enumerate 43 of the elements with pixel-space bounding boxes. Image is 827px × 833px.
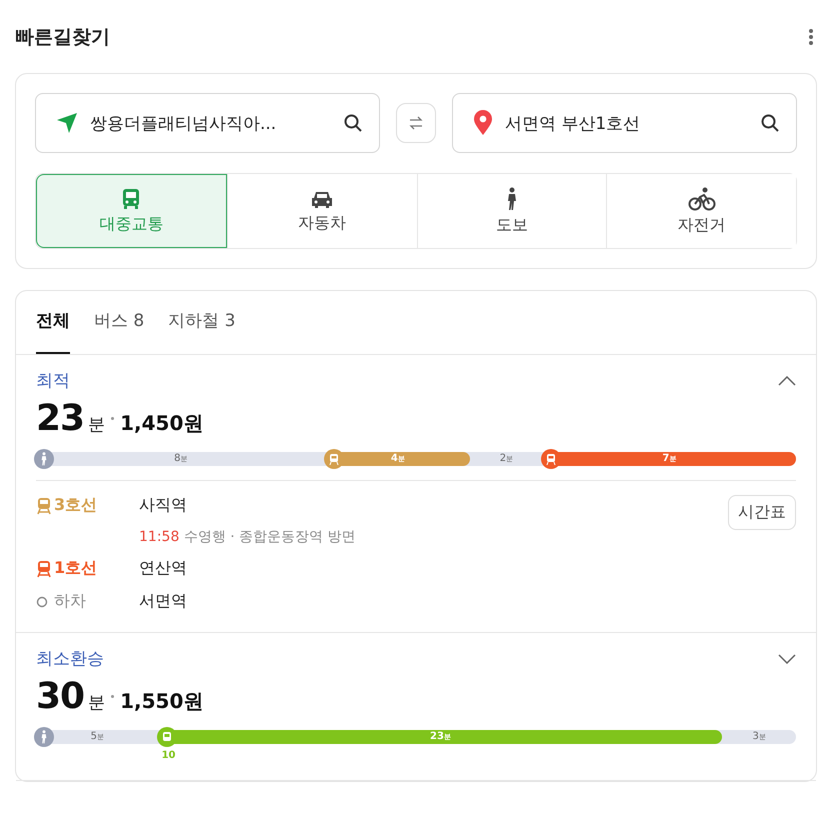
timetable-button[interactable]: 시간표 xyxy=(728,495,796,530)
transport-mode-tab[interactable]: 자전거 xyxy=(606,174,796,248)
location-arrow-icon xyxy=(56,112,78,134)
route-type-label: 최적 xyxy=(36,370,70,392)
bus-icon xyxy=(162,732,172,742)
map-pin-icon xyxy=(473,110,493,136)
circle-icon xyxy=(36,596,48,608)
station-name: 서면역 xyxy=(139,591,187,610)
bus-icon xyxy=(121,188,142,210)
minute-unit: 분 xyxy=(88,414,106,436)
travel-time: 23 xyxy=(36,398,84,439)
origin-field[interactable]: 쌍용더플래티넘사직아... xyxy=(35,93,380,153)
fare: 1,450원 xyxy=(120,410,204,437)
subway-line-label: 1호선 xyxy=(54,558,98,579)
search-icon[interactable] xyxy=(760,113,780,133)
train-icon xyxy=(328,454,339,464)
route-type-label: 최소환승 xyxy=(36,648,104,670)
alight-label: 하차 xyxy=(54,591,86,612)
station-name: 사직역 xyxy=(139,495,187,514)
separator-dot xyxy=(111,417,114,420)
destination-field[interactable]: 서면역 부산1호선 xyxy=(452,93,797,153)
search-icon[interactable] xyxy=(343,113,363,133)
filter-tab[interactable]: 전체 xyxy=(36,291,70,354)
filter-tab[interactable]: 버스 8 xyxy=(94,291,144,354)
subway-line-label: 3호선 xyxy=(54,495,98,516)
expand-chevron-icon[interactable] xyxy=(778,654,796,664)
travel-time: 30 xyxy=(36,676,84,717)
collapse-chevron-icon[interactable] xyxy=(778,376,796,386)
more-options-icon[interactable] xyxy=(809,28,813,44)
departure-time: 11:58 xyxy=(139,529,180,545)
separator-dot xyxy=(111,695,114,698)
page-title: 빠른길찾기 xyxy=(15,24,110,50)
direction-text: 수영행 · 종합운동장역 방면 xyxy=(184,529,356,545)
train-icon xyxy=(546,454,556,464)
swap-icon xyxy=(408,115,424,131)
walking-person-icon xyxy=(39,452,49,466)
walking-person-icon xyxy=(39,730,49,744)
bus-number: 10 xyxy=(162,750,176,761)
station-name: 연산역 xyxy=(139,558,187,577)
filter-tab[interactable]: 지하철 3 xyxy=(168,291,236,354)
fare: 1,550원 xyxy=(120,688,204,715)
minute-unit: 분 xyxy=(88,692,106,714)
bicycle-icon xyxy=(688,186,716,210)
